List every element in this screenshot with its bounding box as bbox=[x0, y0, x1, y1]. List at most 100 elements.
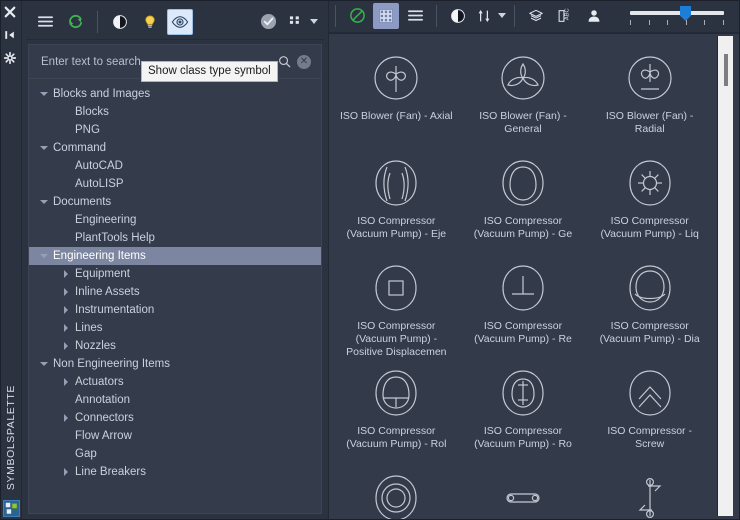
tree-item[interactable]: PlantTools Help bbox=[29, 229, 321, 247]
compressor-screw-icon bbox=[624, 367, 676, 419]
blower-radial-icon bbox=[624, 52, 676, 104]
tree-item[interactable]: Engineering Items bbox=[29, 247, 321, 265]
person-icon[interactable] bbox=[581, 3, 607, 29]
chevron-down-icon[interactable] bbox=[37, 146, 51, 150]
chevron-right-icon[interactable] bbox=[59, 468, 73, 476]
chevron-right-icon[interactable] bbox=[59, 306, 73, 314]
chevron-down-icon[interactable] bbox=[37, 92, 51, 96]
tree-item-label: PlantTools Help bbox=[75, 232, 155, 244]
chevron-right-icon[interactable] bbox=[59, 414, 73, 422]
zoom-slider[interactable] bbox=[628, 3, 732, 29]
symbol-cell[interactable]: ISO Compressor (Vacuum Pump) - Ge bbox=[460, 151, 587, 256]
toolbar-separator-1 bbox=[97, 10, 98, 33]
symbol-cell[interactable]: ISO Compressor (Vacuum Pump) - Liq bbox=[586, 151, 713, 256]
tree-item[interactable]: Gap bbox=[29, 445, 321, 463]
zoom-slider-track[interactable] bbox=[630, 10, 724, 15]
sort-button[interactable] bbox=[474, 3, 494, 29]
tree-item-label: AutoCAD bbox=[75, 160, 123, 172]
compressor-ejector-icon bbox=[370, 157, 422, 209]
tree-item[interactable]: Equipment bbox=[29, 265, 321, 283]
sort-chevron-down-icon[interactable] bbox=[498, 13, 506, 19]
scrollbar-thumb[interactable] bbox=[724, 53, 728, 86]
symbol-cell[interactable] bbox=[460, 466, 587, 520]
tree-item[interactable]: Inline Assets bbox=[29, 283, 321, 301]
tree-item[interactable]: Non Engineering Items bbox=[29, 355, 321, 373]
tree-item[interactable]: PNG bbox=[29, 121, 321, 139]
compressor-reciprocating-icon bbox=[497, 262, 549, 314]
tree-item[interactable]: Instrumentation bbox=[29, 301, 321, 319]
chevron-right-icon[interactable] bbox=[59, 378, 73, 386]
chevron-right-icon[interactable] bbox=[59, 288, 73, 296]
circle-outline-button[interactable] bbox=[344, 3, 370, 29]
symbol-cell[interactable]: ISO Blower (Fan) - Radial bbox=[586, 46, 713, 151]
compressor-diaphragm-icon bbox=[624, 262, 676, 314]
chevron-down-icon[interactable] bbox=[37, 200, 51, 204]
tree-item[interactable]: Nozzles bbox=[29, 337, 321, 355]
show-class-type-symbol-button[interactable] bbox=[167, 8, 193, 35]
tree-item[interactable]: Lines bbox=[29, 319, 321, 337]
tree-item[interactable]: Actuators bbox=[29, 373, 321, 391]
list-view-button[interactable] bbox=[402, 3, 428, 29]
clear-circle-icon[interactable]: ✕ bbox=[297, 54, 311, 69]
tree-item[interactable]: Blocks bbox=[29, 103, 321, 121]
symbol-cell-label: ISO Compressor - Screw bbox=[607, 424, 692, 450]
tree-toolbar bbox=[26, 4, 324, 40]
symbol-cell[interactable] bbox=[586, 466, 713, 520]
tree-item[interactable]: Annotation bbox=[29, 391, 321, 409]
tree-item[interactable]: AutoLISP bbox=[29, 175, 321, 193]
symbol-cell[interactable]: ISO Compressor (Vacuum Pump) - Eje bbox=[333, 151, 460, 256]
magnifier-icon[interactable] bbox=[278, 55, 291, 68]
tree-item-label: Engineering Items bbox=[53, 250, 146, 262]
layers-button[interactable] bbox=[523, 3, 549, 29]
symbol-cell[interactable]: ISO Compressor - Screw bbox=[586, 361, 713, 466]
refresh-button[interactable] bbox=[62, 9, 88, 35]
tree-item[interactable]: AutoCAD bbox=[29, 157, 321, 175]
symbol-palette-badge[interactable] bbox=[3, 500, 20, 517]
close-icon[interactable] bbox=[4, 5, 18, 19]
grid-view-button[interactable] bbox=[373, 2, 399, 29]
chevron-down-icon[interactable] bbox=[310, 19, 318, 24]
tree-item-label: Lines bbox=[75, 322, 103, 334]
tree-item[interactable]: Command bbox=[29, 139, 321, 157]
symbol-grid-area: ISO Blower (Fan) - Axial ISO Blower (Fan)… bbox=[329, 32, 740, 520]
tree-item-label: Engineering bbox=[75, 214, 137, 226]
chevron-right-icon[interactable] bbox=[59, 342, 73, 350]
settings-gear-icon[interactable] bbox=[3, 51, 18, 65]
chevron-right-icon[interactable] bbox=[59, 324, 73, 332]
highlight-button[interactable] bbox=[137, 9, 163, 35]
toolbar-separator-2 bbox=[436, 4, 437, 27]
contrast-button-right[interactable] bbox=[445, 3, 471, 29]
tree-item-label: Nozzles bbox=[75, 340, 116, 352]
tree-item[interactable]: Engineering bbox=[29, 211, 321, 229]
check-button[interactable] bbox=[255, 9, 281, 35]
chevron-down-icon[interactable] bbox=[37, 362, 51, 366]
abc-label-icon[interactable]: ABC bbox=[552, 3, 578, 29]
zoom-slider-thumb[interactable] bbox=[680, 5, 691, 21]
chevron-down-icon[interactable] bbox=[37, 254, 51, 258]
tree-item-label: AutoLISP bbox=[75, 178, 124, 190]
contrast-button[interactable] bbox=[107, 9, 133, 35]
dock-rail: SYMBOLSPALETTE bbox=[0, 0, 22, 520]
chevron-right-icon[interactable] bbox=[59, 270, 73, 278]
item-tree[interactable]: Blocks and Images Blocks PNG Command AutoCAD… bbox=[29, 79, 321, 513]
symbol-cell[interactable]: ISO Blower (Fan) - Axial bbox=[333, 46, 460, 151]
symbol-cell[interactable]: ISO Compressor (Vacuum Pump) - Dia bbox=[586, 256, 713, 361]
symbol-cell[interactable]: ISO Compressor (Vacuum Pump) - Rol bbox=[333, 361, 460, 466]
symbol-grid-scrollbar[interactable] bbox=[717, 35, 733, 516]
symbol-cell[interactable]: ISO Compressor (Vacuum Pump) - Ro bbox=[460, 361, 587, 466]
symbol-cell[interactable]: ISO Compressor (Vacuum Pump) - Positive … bbox=[333, 256, 460, 361]
symbol-cell[interactable]: ISO Blower (Fan) - General bbox=[460, 46, 587, 151]
symbol-grid[interactable]: ISO Blower (Fan) - Axial ISO Blower (Fan)… bbox=[329, 34, 717, 520]
tree-item[interactable]: Connectors bbox=[29, 409, 321, 427]
menu-button[interactable] bbox=[32, 9, 58, 35]
tree-item[interactable]: Line Breakers bbox=[29, 463, 321, 481]
tree-item-label: Actuators bbox=[75, 376, 124, 388]
tree-item[interactable]: Documents bbox=[29, 193, 321, 211]
symbol-cell[interactable]: ISO Compressor (Vacuum Pump) - Re bbox=[460, 256, 587, 361]
compressor-rotary-icon bbox=[497, 367, 549, 419]
grid-options-button[interactable] bbox=[285, 9, 305, 35]
tree-item[interactable]: Blocks and Images bbox=[29, 85, 321, 103]
symbol-cell[interactable] bbox=[333, 466, 460, 520]
auto-hide-icon[interactable] bbox=[4, 28, 18, 42]
tree-item[interactable]: Flow Arrow bbox=[29, 427, 321, 445]
